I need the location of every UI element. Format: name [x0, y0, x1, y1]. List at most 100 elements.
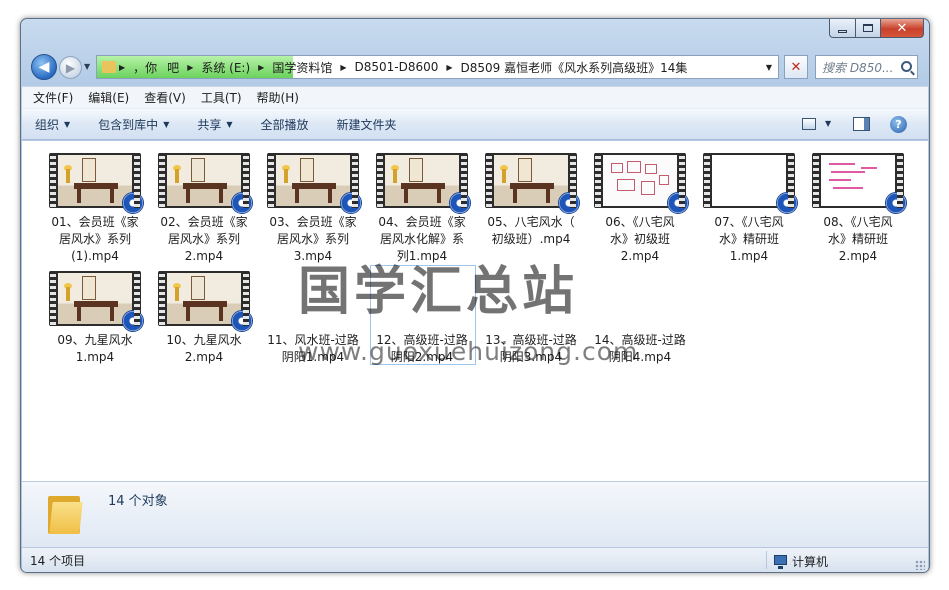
menu-bar: 文件(F) 编辑(E) 查看(V) 工具(T) 帮助(H)	[22, 86, 928, 108]
status-divider	[766, 551, 767, 569]
status-bar: 14 个项目 计算机	[22, 547, 928, 572]
status-item-count: 14 个项目	[30, 553, 86, 568]
video-thumbnail	[49, 153, 144, 214]
video-thumbnail	[485, 153, 580, 214]
details-object-count: 14 个对象	[108, 494, 168, 509]
media-player-icon	[122, 192, 144, 214]
video-thumbnail	[594, 153, 689, 214]
include-library-label: 包含到库中	[98, 117, 159, 132]
include-in-library-button[interactable]: 包含到库中 ▼	[98, 116, 169, 133]
search-input[interactable]: 搜索 D850...	[815, 55, 918, 79]
media-player-icon	[667, 192, 689, 214]
breadcrumb-item[interactable]: 国学资料馆	[267, 59, 337, 76]
close-button[interactable]: ✕	[880, 19, 924, 38]
thumbnail-frame	[167, 273, 241, 324]
view-options-icon[interactable]	[802, 118, 816, 130]
file-name: 07、《八宅风 水》精研班 1.mp4	[714, 215, 784, 263]
caption-buttons: ✕	[829, 19, 924, 38]
chevron-right-icon[interactable]: ▶	[443, 63, 455, 72]
file-item[interactable]: 01、会员班《家 居风水》系列 (1).mp4	[45, 147, 145, 263]
minimize-icon	[838, 29, 847, 33]
file-item[interactable]: 09、九星风水 1.mp4	[45, 265, 145, 365]
thumbnail-frame	[712, 155, 786, 206]
video-thumbnail	[267, 153, 362, 214]
share-button[interactable]: 共享 ▼	[197, 116, 232, 133]
breadcrumb-item[interactable]: D8501-D8600	[349, 60, 443, 74]
resize-grip-icon[interactable]	[915, 560, 925, 570]
back-button[interactable]: ◀	[31, 54, 57, 80]
thumbnail-frame	[58, 155, 132, 206]
thumbnail-frame	[821, 155, 895, 206]
thumbnail-frame	[276, 155, 350, 206]
media-player-icon	[776, 192, 798, 214]
file-name: 01、会员班《家 居风水》系列 (1).mp4	[51, 215, 139, 263]
media-player-icon	[558, 192, 580, 214]
computer-icon	[774, 555, 787, 569]
breadcrumb-item[interactable]: ，你	[128, 59, 162, 76]
breadcrumb-item[interactable]: 吧	[162, 59, 184, 76]
breadcrumb-item[interactable]: 系统 (E:)	[196, 59, 255, 76]
menu-tools[interactable]: 工具(T)	[201, 89, 242, 106]
search-placeholder: 搜索 D850...	[822, 60, 894, 75]
file-item-selected[interactable]: 12、高级班-过路 阴阳2.mp4	[370, 159, 476, 365]
file-item[interactable]: 10、九星风水 2.mp4	[154, 265, 254, 365]
file-item[interactable]: 02、会员班《家 居风水》系列 2.mp4	[154, 147, 254, 263]
watermark-text: 国学汇总站	[298, 262, 579, 322]
status-location: 计算机	[792, 555, 829, 569]
help-icon[interactable]: ?	[890, 116, 907, 133]
file-item[interactable]: 07、《八宅风 水》精研班 1.mp4	[699, 147, 799, 263]
breadcrumb: ▶ ，你 吧 ▶ 系统 (E:) ▶ 国学资料馆 ▶ D8501-D8600 ▶…	[116, 59, 692, 76]
preview-pane-icon[interactable]	[853, 117, 870, 131]
media-player-icon	[231, 192, 253, 214]
video-thumbnail	[812, 153, 907, 214]
minimize-button[interactable]	[829, 19, 855, 38]
file-name: 08、《八宅风 水》精研班 2.mp4	[823, 215, 893, 263]
folder-icon	[48, 492, 83, 534]
address-bar[interactable]: ▶ ，你 吧 ▶ 系统 (E:) ▶ 国学资料馆 ▶ D8501-D8600 ▶…	[96, 55, 779, 79]
address-dropdown-icon[interactable]: ▼	[766, 63, 772, 72]
video-thumbnail	[158, 271, 253, 332]
explorer-window: ✕ ◀ ▶ ▼ ▶ ，你 吧 ▶ 系统 (E:) ▶ 国学资料馆 ▶ D8501…	[20, 18, 930, 573]
video-thumbnail	[49, 271, 144, 332]
thumbnail-frame	[58, 273, 132, 324]
maximize-button[interactable]	[855, 19, 880, 38]
chevron-right-icon[interactable]: ▶	[255, 63, 267, 72]
chevron-down-icon: ▼	[163, 119, 170, 129]
maximize-icon	[863, 24, 873, 32]
menu-view[interactable]: 查看(V)	[144, 89, 186, 106]
chevron-right-icon[interactable]: ▶	[184, 63, 196, 72]
media-player-icon	[122, 310, 144, 332]
file-item[interactable]: 06、《八宅风 水》初级班 2.mp4	[590, 147, 690, 263]
chevron-down-icon: ▼	[64, 119, 71, 129]
thumbnail-frame	[494, 155, 568, 206]
play-all-button[interactable]: 全部播放	[261, 116, 309, 133]
navigation-bar: ◀ ▶ ▼ ▶ ，你 吧 ▶ 系统 (E:) ▶ 国学资料馆 ▶ D8501-D…	[29, 53, 919, 81]
stop-loading-button[interactable]: ✕	[784, 55, 808, 79]
menu-edit[interactable]: 编辑(E)	[88, 89, 129, 106]
watermark-url: www.guoxuehuizong.com	[298, 337, 639, 366]
file-name: 05、八宅风水（ 初级班）.mp4	[487, 215, 575, 246]
search-icon[interactable]	[901, 61, 912, 72]
file-item[interactable]: 05、八宅风水（ 初级班）.mp4	[481, 147, 581, 247]
file-name: 02、会员班《家 居风水》系列 2.mp4	[160, 215, 248, 263]
file-item[interactable]: 08、《八宅风 水》精研班 2.mp4	[808, 147, 908, 263]
thumbnail-frame	[167, 155, 241, 206]
video-thumbnail	[158, 153, 253, 214]
chevron-right-icon[interactable]: ▶	[116, 63, 128, 72]
forward-button[interactable]: ▶	[59, 56, 82, 79]
organize-button[interactable]: 组织 ▼	[35, 116, 70, 133]
media-player-icon	[885, 192, 907, 214]
breadcrumb-item[interactable]: D8509 嘉恒老师《风水系列高级班》14集	[456, 59, 693, 76]
file-name: 10、九星风水 2.mp4	[166, 333, 242, 364]
file-list: 01、会员班《家 居风水》系列 (1).mp4 02、会员班《家 居风水》系列 2.mp…	[22, 141, 928, 481]
command-bar: 组织 ▼ 包含到库中 ▼ 共享 ▼ 全部播放 新建文件夹 ▼ ?	[22, 108, 928, 140]
chevron-right-icon[interactable]: ▶	[337, 63, 349, 72]
menu-help[interactable]: 帮助(H)	[257, 89, 299, 106]
file-item[interactable]: 03、会员班《家 居风水》系列 3.mp4	[263, 147, 363, 263]
media-player-icon	[231, 310, 253, 332]
new-folder-button[interactable]: 新建文件夹	[337, 116, 397, 133]
chevron-down-icon: ▼	[226, 119, 233, 129]
view-dropdown-icon[interactable]: ▼	[825, 119, 831, 128]
recent-pages-dropdown-icon[interactable]: ▼	[84, 62, 90, 71]
menu-file[interactable]: 文件(F)	[33, 89, 73, 106]
